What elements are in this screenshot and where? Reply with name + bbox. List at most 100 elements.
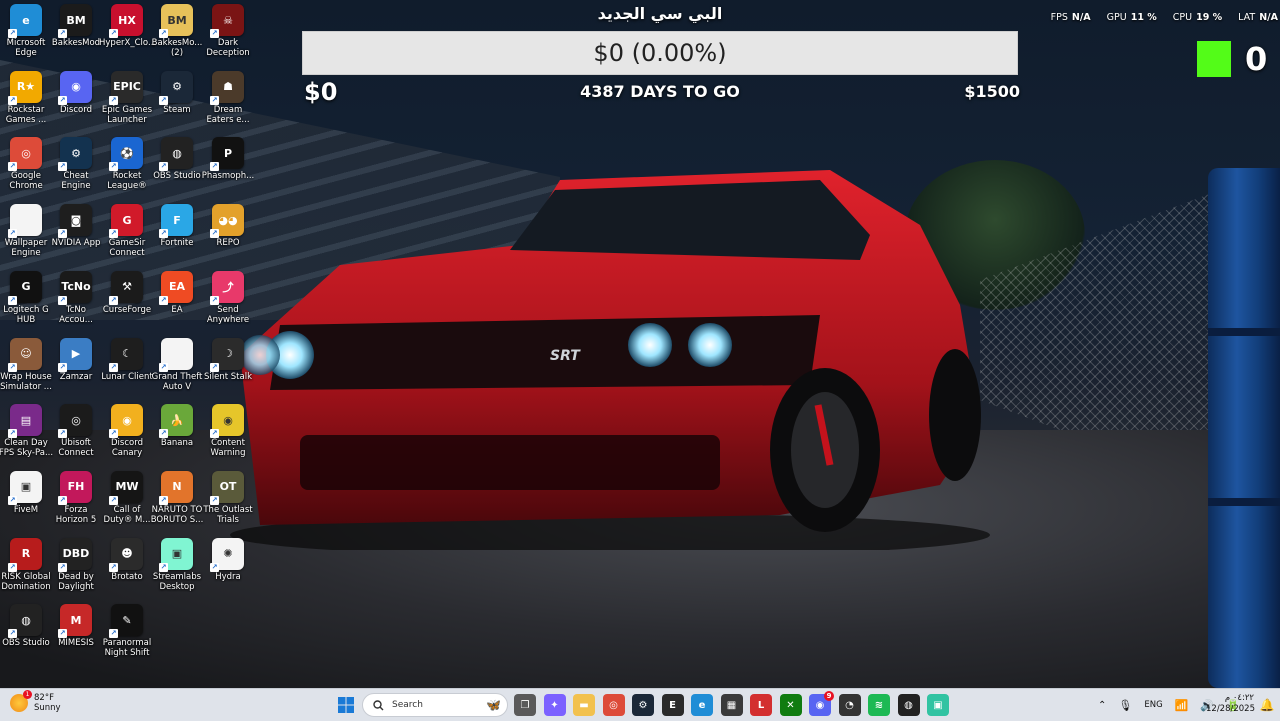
desktop-icon-file[interactable]: ↗ Grand Theft Auto V [152,337,202,392]
desktop-icon-bakkesmod[interactable]: BM ↗ BakkesMod [52,4,100,48]
kick-logo-icon [1197,41,1231,77]
desktop-icon-cheat-engine[interactable]: ⚙ ↗ Cheat Engine [52,137,100,191]
desktop-icon-discord[interactable]: ◉ ↗ Discord [52,70,100,115]
desktop-icon-label: Wrap House Simulator ... [0,371,52,392]
taskbar-task-view-button[interactable]: ❐ [514,694,536,716]
desktop-icon-cod[interactable]: MW ↗ Call of Duty® M... [103,470,151,525]
desktop-icon-discord-canary[interactable]: ◉ ↗ Discord Canary [103,404,151,458]
goal-min-label: $0 [304,78,338,106]
desktop-icon-streamlabs[interactable]: ▣ ↗ Streamlabs Desktop [153,537,201,592]
desktop-icon-chrome[interactable]: ◎ ↗ Google Chrome [2,137,50,191]
spotify-icon: ≋ [874,699,884,711]
desktop-icon-winrar[interactable]: ▤ ↗ Clean Day FPS Sky-Pa... [0,404,53,458]
taskbar-edge-button[interactable]: e [691,694,713,716]
shortcut-arrow-icon: ↗ [159,362,168,372]
desktop-icon-logitech[interactable]: G ↗ Logitech G HUB [2,270,50,325]
chevron-up-icon[interactable]: ⌃ [1098,700,1106,711]
desktop-icon-fortnite[interactable]: F ↗ Fortnite [153,204,201,248]
shortcut-arrow-icon: ↗ [159,495,168,505]
desktop-icon-dbd[interactable]: DBD ↗ Dead by Daylight [52,537,100,592]
taskbar-obs-button[interactable]: ◍ [897,694,920,716]
desktop-icon-fivem[interactable]: ▣ ↗ FiveM [2,470,50,515]
taskbar-discord-button[interactable]: ◉ 9 [809,691,834,716]
desktop-icon-send-anywhere[interactable]: ⤴ ↗ Send Anywhere [204,270,252,325]
desktop-icon-obs[interactable]: ◍ ↗ OBS Studio [2,604,50,648]
lunar-client-icon: ☾ ↗ [109,337,143,372]
weather-desc: Sunny [34,703,61,713]
taskbar-spotify-button[interactable]: ≋ [868,694,890,716]
store-icon: ▦ [726,699,737,711]
taskbar-chrome-button[interactable]: ◎ [602,694,625,716]
desktop-icon-steam[interactable]: ⚙ ↗ Steam [153,70,201,115]
desktop-icon-wrap-house[interactable]: ☺ ↗ Wrap House Simulator ... [0,337,52,392]
start-button[interactable] [335,694,357,716]
desktop-icon-label: Discord [60,104,92,115]
taskbar-streamlabs-button[interactable]: ▣ [927,694,949,716]
desktop-icon-label: Fortnite [160,238,194,249]
desktop-icon-paranormal[interactable]: ✎ ↗ Paranormal Night Shift [103,604,151,658]
desktop-icon-label: Lunar Client [101,371,153,382]
language-indicator[interactable]: ENG [1144,700,1162,710]
desktop-icon-tcno[interactable]: TcNo ↗ TcNo Accou... [52,270,100,325]
desktop-icon-outlast[interactable]: OT ↗ The Outlast Trials [203,470,253,525]
shortcut-arrow-icon: ↗ [210,162,219,172]
desktop-icon-label: Clean Day FPS Sky-Pa... [0,438,54,459]
desktop-icon-label: Steam [163,104,191,115]
desktop-icon-ubisoft[interactable]: ◎ ↗ Ubisoft Connect [52,404,100,458]
taskbar-search[interactable]: Search 🦋 [362,693,508,717]
desktop-icon-label: Dead by Daylight [58,571,94,592]
desktop-icon-repo[interactable]: ◕◕ ↗ REPO [204,204,252,248]
desktop-icon-lunar-client[interactable]: ☾ ↗ Lunar Client [101,337,153,382]
obs-icon: ◍ ↗ [159,137,193,172]
desktop-icon-rockstar[interactable]: R★ ↗ Rockstar Games ... [2,70,50,125]
desktop-icon-file[interactable]: ↗ Wallpaper Engine [2,204,50,258]
desktop-icon-silent-stalk[interactable]: ☽ ↗ Silent Stalk [204,337,252,382]
taskbar-epic-games-button[interactable]: E [661,694,684,716]
desktop-icon-gamesir[interactable]: G ↗ GameSir Connect [103,204,151,258]
desktop-icon-edge[interactable]: e ↗ Microsoft Edge [2,4,50,58]
desktop-icon-curseforge[interactable]: ⚒ ↗ CurseForge [103,270,151,315]
desktop-icon-naruto[interactable]: N ↗ NARUTO TO BORUTO S... [151,470,203,525]
desktop-icon-nvidia[interactable]: ◙ ↗ NVIDIA App [52,204,100,248]
wifi-icon[interactable]: 📶 [1175,699,1189,712]
taskbar: 1 82°F Sunny Search 🦋 ❐ ✦ ▬ ◎ ⚙ Ee ▦ L ✕ ◉ 9 ◔ ≋ ◍ ▣ ⌃… [0,688,1280,721]
taskbar-steam-button[interactable]: ⚙ [632,694,654,716]
mimesis-icon: M ↗ [58,604,92,639]
desktop-icon-rocket-league[interactable]: ⚽ ↗ Rocket League® [103,137,151,191]
desktop-icon-hyperx[interactable]: HX ↗ HyperX_Clo... [99,4,155,48]
desktop-icon-forza[interactable]: FH ↗ Forza Horizon 5 [52,470,100,525]
tcno-icon: TcNo ↗ [58,270,92,305]
taskbar-app-l-button[interactable]: L [750,694,772,716]
desktop-icon-obs[interactable]: ◍ ↗ OBS Studio [153,137,201,181]
desktop-icon-banana[interactable]: 🍌 ↗ Banana [153,404,201,448]
desktop-icon-dark-deception[interactable]: ☠ ↗ Dark Deception [204,4,252,58]
desktop-icon-brotato[interactable]: ☻ ↗ Brotato [103,537,151,582]
desktop-icon-risk[interactable]: R ↗ RISK Global Domination [1,537,51,592]
microphone-icon[interactable]: 🎙 [1118,699,1132,712]
taskbar-store-button[interactable]: ▦ [720,694,743,716]
ea-icon: EA ↗ [159,270,193,305]
shortcut-arrow-icon: ↗ [8,295,17,305]
taskbar-clock[interactable]: ٠٤:٢٢ م 12/28/2025 [1206,693,1255,715]
shortcut-arrow-icon: ↗ [159,229,168,239]
desktop-icon-phasmophobia[interactable]: P ↗ Phasmoph... [202,137,254,181]
desktop-icon-mimesis[interactable]: M ↗ MIMESIS [52,604,100,648]
wallpaper-barrel [1208,168,1280,688]
desktop-icon-ea[interactable]: EA ↗ EA [153,270,201,315]
desktop-icon-folder[interactable]: BM ↗ BakkesMo... (2) [152,4,202,58]
obs-icon: ◍ ↗ [8,604,42,639]
taskbar-speedtest-button[interactable]: ◔ [838,694,861,716]
taskbar-xbox-button[interactable]: ✕ [779,694,802,716]
notification-bell-icon[interactable]: 🔔 [1256,694,1278,716]
taskbar-copilot-button[interactable]: ✦ [543,694,566,716]
shortcut-arrow-icon: ↗ [159,162,168,172]
taskbar-file-explorer-button[interactable]: ▬ [573,694,595,716]
desktop-icon-dream-eaters[interactable]: ☗ ↗ Dream Eaters e... [204,70,252,125]
desktop-icon-epic-games[interactable]: EPIC ↗ Epic Games Launcher [102,70,152,125]
weather-widget[interactable]: 1 82°F Sunny [10,690,61,713]
kick-viewer-count: 0 [1245,40,1268,78]
desktop-icon-content-warning[interactable]: ◉ ↗ Content Warning [204,404,252,458]
shortcut-arrow-icon: ↗ [8,162,17,172]
desktop-icon-hydra[interactable]: ✺ ↗ Hydra [204,537,252,582]
desktop-icon-zamzar[interactable]: ▶ ↗ Zamzar [52,337,100,382]
